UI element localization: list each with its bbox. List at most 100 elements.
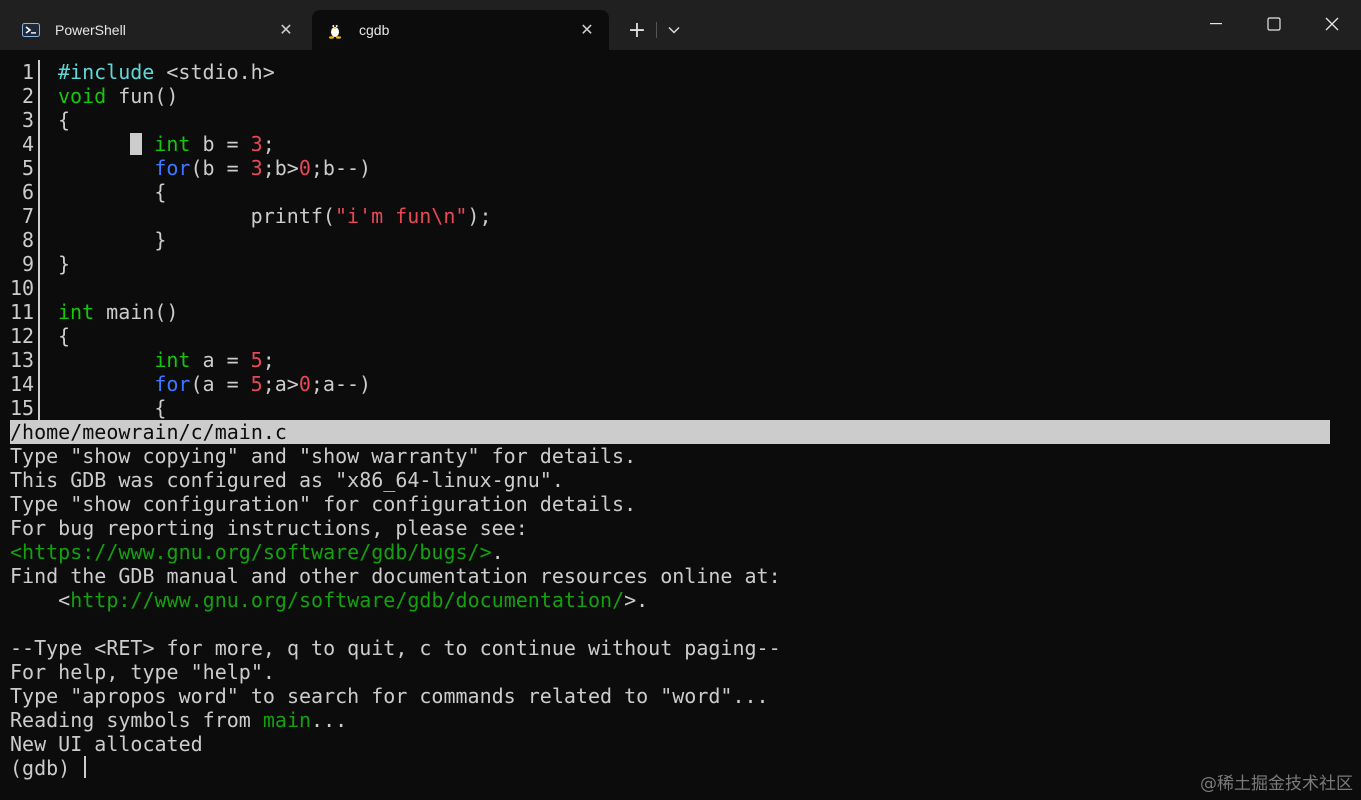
minimize-icon[interactable] [1187,0,1245,48]
code-token: int [58,300,95,324]
code-token: ;a--) [310,372,372,396]
source-line: 7 printf("i'm fun\n"); [10,204,1330,228]
text-caret [84,756,87,778]
output-token: Type "apropos word" to search for comman… [10,684,769,708]
new-tab-plus-icon[interactable]: + [620,14,654,46]
output-token: < [10,588,71,612]
code-token: b = [190,132,251,156]
code-token: printf( [58,204,335,228]
output-token: Find the GDB manual and other documentat… [10,564,781,588]
output-token: <https://www.gnu.org/software/gdb/bugs/> [10,540,492,564]
line-number: 13 [10,348,35,372]
gdb-output-line: Type "apropos word" to search for comman… [10,684,1330,708]
code-token: 5 [250,348,263,372]
gdb-output-line: For bug reporting instructions, please s… [10,516,1330,540]
close-window-icon[interactable] [1303,0,1361,48]
source-line: 4 int b = 3; [10,132,1330,156]
tab-label: cgdb [359,22,390,38]
line-number: 1 [21,60,34,84]
code-token: 0 [298,372,311,396]
code-token: int [154,348,191,372]
gdb-output-line: Type "show configuration" for configurat… [10,492,1330,516]
code-token: ; [262,132,275,156]
code-token: #include [58,60,155,84]
code-token: void [58,84,107,108]
close-tab-icon[interactable]: ✕ [270,14,302,46]
output-token: New UI allocated [10,732,203,756]
gdb-output-line: This GDB was configured as "x86_64-linux… [10,468,1330,492]
line-number: 9 [21,252,34,276]
code-token: int [154,132,191,156]
gdb-console: Type "show copying" and "show warranty" … [10,444,1330,756]
code-token: 0 [298,156,311,180]
gutter-separator [38,156,40,180]
source-line: 11 int main() [10,300,1330,324]
line-number: 11 [10,300,35,324]
gutter-separator [38,324,40,348]
code-token: ;b--) [310,156,372,180]
source-line: 1 #include <stdio.h> [10,60,1330,84]
output-token: . [491,540,504,564]
code-token: ;a> [262,372,299,396]
code-token: <stdio.h> [154,60,275,84]
code-token: ;b> [262,156,299,180]
gutter-separator [38,396,40,420]
source-line: 2 void fun() [10,84,1330,108]
source-line: 6 { [10,180,1330,204]
code-token: main() [94,300,179,324]
gdb-prompt: (gdb) [10,756,83,780]
code-token: ); [467,204,492,228]
gutter-separator [38,132,40,156]
output-token: Type "show configuration" for configurat… [10,492,637,516]
gutter-separator [38,204,40,228]
gdb-output-line: For help, type "help". [10,660,1330,684]
code-token: a = [190,348,251,372]
terminal-area[interactable]: 1 #include <stdio.h> 2 void fun() 3{4 int b … [10,60,1330,780]
status-bar: /home/meowrain/c/main.c [10,420,1330,444]
line-number: 10 [10,276,35,300]
gdb-output-line: Type "show copying" and "show warranty" … [10,444,1330,468]
code-token: for [154,156,191,180]
line-number: 4 [21,132,34,156]
gdb-output-line: Find the GDB manual and other documentat… [10,564,1330,588]
line-number: 15 [10,396,35,420]
tab-cgdb[interactable]: cgdb ✕ [312,10,609,50]
linux-penguin-icon [326,21,344,39]
close-tab-icon[interactable]: ✕ [571,14,603,46]
tab-label: PowerShell [55,22,126,38]
gutter-separator [38,348,40,372]
title-bar: PowerShell ✕ cgdb ✕ + [0,0,1361,50]
tab-powershell[interactable]: PowerShell ✕ [8,10,308,50]
source-line: 8 } [10,228,1330,252]
source-line: 9} [10,252,1330,276]
line-number: 7 [21,204,34,228]
gutter-separator [38,276,40,300]
source-line: 14 for(a = 5;a>0;a--) [10,372,1330,396]
line-number: 5 [21,156,34,180]
source-line: 13 int a = 5; [10,348,1330,372]
gutter-separator [38,228,40,252]
watermark: @稀土掘金技术社区 [1200,774,1353,794]
chevron-down-icon[interactable] [658,14,690,46]
gdb-output-line: --Type <RET> for more, q to quit, c to c… [10,636,1330,660]
source-line: 5 for(b = 3;b>0;b--) [10,156,1330,180]
gutter-separator [38,180,40,204]
line-number: 14 [10,372,35,396]
code-token: { [58,180,167,204]
code-token: ; [262,348,275,372]
line-number: 3 [21,108,34,132]
code-token: { [58,108,71,132]
code-token: 5 [250,372,263,396]
source-pane: 1 #include <stdio.h> 2 void fun() 3{4 int b … [10,60,1330,420]
gdb-prompt-line[interactable]: (gdb) [10,756,1330,780]
source-line: 10 [10,276,1330,300]
maximize-icon[interactable] [1245,0,1303,48]
code-token: 3 [250,156,263,180]
code-token: (b = [190,156,251,180]
line-number: 12 [10,324,35,348]
